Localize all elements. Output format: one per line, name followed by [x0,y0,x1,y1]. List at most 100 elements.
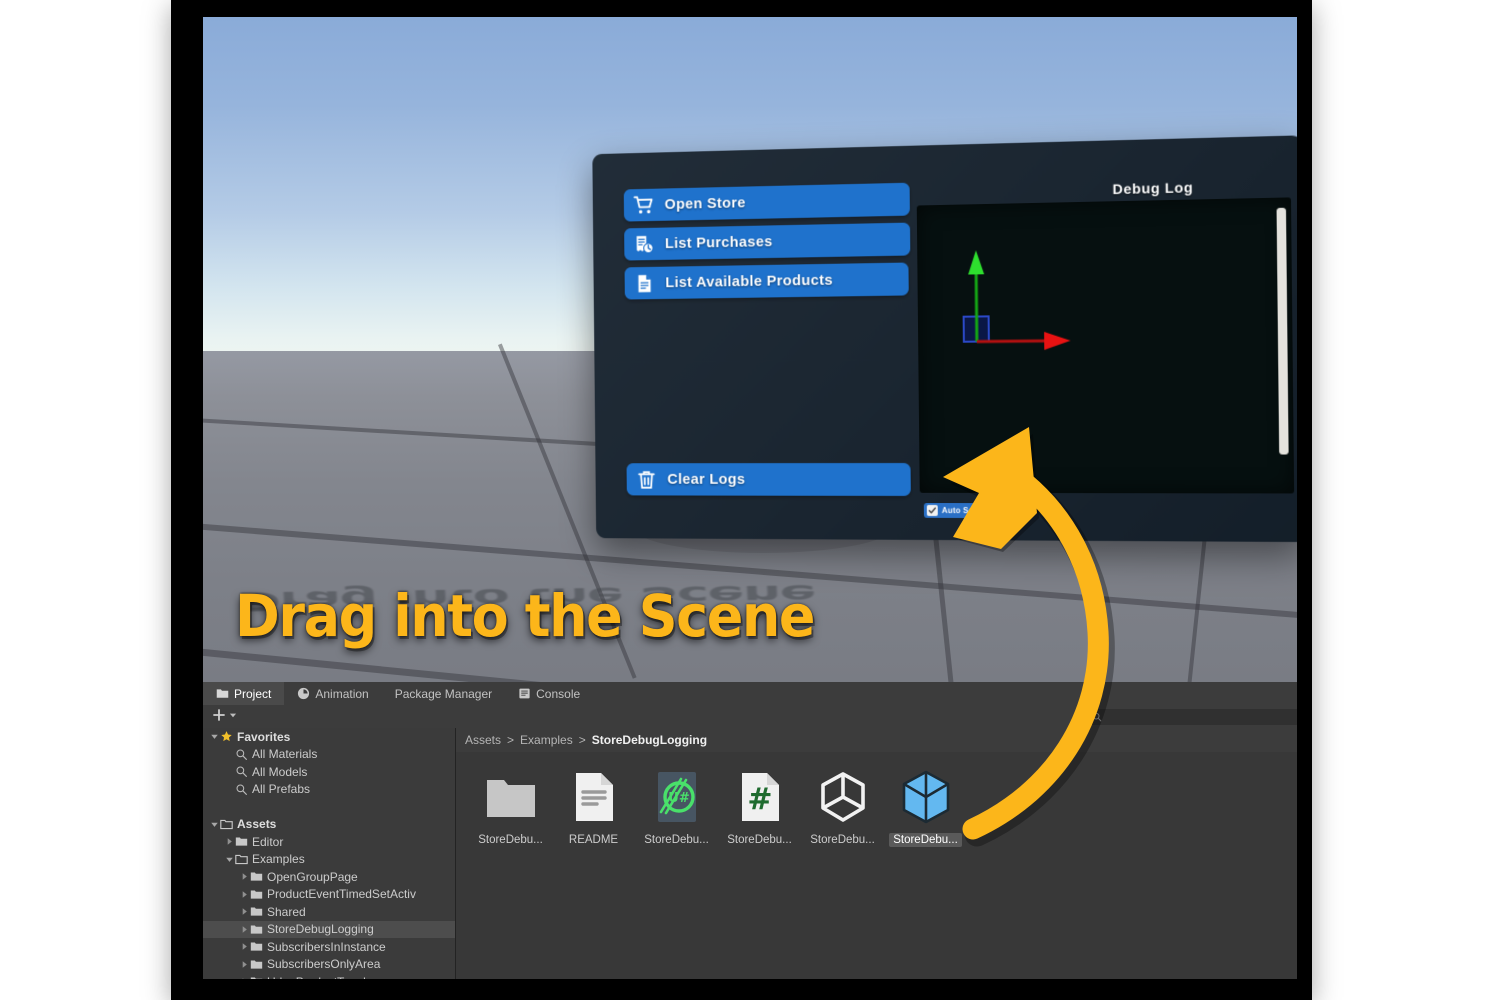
folder-icon [250,940,263,953]
tab-animation[interactable]: Animation [284,682,381,705]
asset-label: StoreDebu... [727,834,792,846]
chevron-right-icon[interactable] [224,836,235,847]
search-icon [235,748,248,761]
folder-icon [250,905,263,918]
vr-store-debug-panel: Open Store List Purchases List Available… [592,135,1297,543]
unity-editor-window: VR CHAT Drag into the Scene Open Store [203,17,1297,979]
search-input[interactable] [1107,710,1281,724]
csharp-script-icon: # [732,768,788,826]
search-icon [235,765,248,778]
tree-item-favorites[interactable]: Favorites [203,728,455,746]
asset-label: StoreDebu... [644,834,709,846]
tab-project[interactable]: Project [203,682,285,705]
tree-item-editor[interactable]: Editor [203,833,455,851]
breadcrumb-root[interactable]: Assets [465,733,501,747]
tree-item-all-prefabs[interactable]: All Prefabs [203,781,455,799]
breadcrumb-separator: > [578,733,586,747]
text-file-icon [566,768,622,826]
star-icon [220,730,233,743]
asset-browser: Assets > Examples > StoreDebugLogging St… [456,728,1297,979]
asset-item[interactable]: StoreDebu... [884,768,967,979]
asset-item[interactable]: README [552,768,635,979]
tree-item-label: Favorites [237,729,291,744]
tree-item-opengrouppage[interactable]: OpenGroupPage [203,868,455,886]
drag-instruction-headline: Drag into the Scene [235,582,816,650]
tree-item-all-models[interactable]: All Models [203,763,455,781]
asset-item[interactable]: # StoreDebu... [718,768,801,979]
chevron-right-icon[interactable] [239,871,250,882]
tree-item-assets[interactable]: Assets [203,816,455,834]
tree-item-label: All Models [252,764,308,779]
unity-bottom-dock: Project Animation Package Manager Consol… [203,682,1297,979]
tree-item-label: ProductEventTimedSetActiv [267,887,416,902]
tree-item-label: SubscribersInInstance [267,939,386,954]
tree-item-label: All Materials [252,747,318,762]
chevron-right-icon[interactable] [239,976,250,979]
project-folder-tree[interactable]: Favorites All Materials All Models All Pref… [203,728,456,979]
folder-icon [250,888,263,901]
chevron-right-icon[interactable] [239,941,250,952]
tree-item-examples[interactable]: Examples [203,851,455,869]
folder-icon [250,870,263,883]
prefab-cube-icon [898,768,954,826]
breadcrumb-mid[interactable]: Examples [520,733,573,747]
tree-item-label: All Prefabs [252,782,311,797]
tree-item-label: Examples [252,852,305,867]
chevron-right-icon[interactable] [239,889,250,900]
add-asset-button[interactable] [212,708,237,722]
chevron-right-icon[interactable] [239,959,250,970]
chevron-down-icon[interactable] [209,731,220,742]
chevron-right-icon[interactable] [239,906,250,917]
breadcrumb-current: StoreDebugLogging [591,733,708,747]
tree-item-subscribersininstance[interactable]: SubscribersInInstance [203,938,455,956]
asset-item[interactable]: U# StoreDebu... [635,768,718,979]
tree-item-all-materials[interactable]: All Materials [203,746,455,764]
asset-item[interactable]: StoreDebu... [469,768,552,979]
asset-item[interactable]: StoreDebu... [801,768,884,979]
folder-icon [250,923,263,936]
tree-item-subscribersonlyarea[interactable]: SubscribersOnlyArea [203,956,455,974]
asset-label: StoreDebu... [889,833,962,847]
tree-arrow-placeholder [224,766,235,777]
tree-item-storedebuglogging[interactable]: StoreDebugLogging [203,920,455,938]
folder-icon [235,835,248,848]
tree-spacer [203,798,455,816]
tree-arrow-placeholder [224,749,235,760]
tree-item-label: Editor [252,834,284,849]
dock-tab-bar: Project Animation Package Manager Consol… [203,682,1297,706]
project-toolbar [203,705,1297,728]
search-field[interactable] [1083,709,1297,725]
tree-item-label: StoreDebugLogging [267,922,374,937]
tab-label: Animation [315,686,369,701]
chevron-down-icon[interactable] [209,819,220,830]
svg-text:#: # [747,782,772,817]
asset-label: README [568,834,619,846]
tree-arrow-placeholder [224,784,235,795]
tree-item-label: SubscribersOnlyArea [267,957,381,972]
udonsharp-icon: U# [649,768,705,826]
clock-icon [297,687,310,700]
asset-label: StoreDebu... [478,834,543,846]
folder-icon [250,958,263,971]
tab-console[interactable]: Console [505,682,593,705]
chevron-down-icon[interactable] [224,854,235,865]
tab-label: Project [234,686,272,701]
tree-item-udonproducttoggle[interactable]: UdonProductToggle [203,973,455,979]
asset-label: StoreDebu... [810,834,875,846]
console-icon [518,687,531,700]
chevron-right-icon[interactable] [239,924,250,935]
tree-item-shared[interactable]: Shared [203,903,455,921]
tree-item-producteventtimedsetactiv[interactable]: ProductEventTimedSetActiv [203,886,455,904]
tab-label: Package Manager [394,686,493,701]
folder-open-icon [235,853,248,866]
svg-text:U#: U# [668,791,690,806]
tree-item-label: OpenGroupPage [267,869,358,884]
folder-open-icon [220,818,233,831]
scene-view[interactable]: VR CHAT Drag into the Scene Open Store [203,17,1297,682]
asset-grid[interactable]: StoreDebu... README U# StoreDebu... # StoreDe… [456,752,1297,979]
tree-item-label: UdonProductToggle [267,975,372,979]
tab-package-manager[interactable]: Package Manager [382,682,505,705]
tab-label: Console [536,686,581,701]
plus-icon [213,709,225,721]
breadcrumb-separator: > [507,733,515,747]
